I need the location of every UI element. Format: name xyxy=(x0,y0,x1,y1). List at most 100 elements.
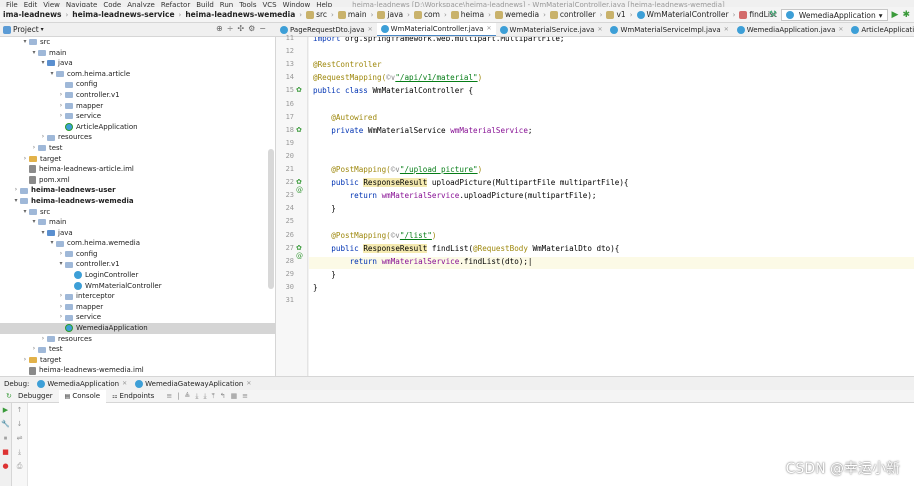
breadcrumb-item[interactable]: v1 xyxy=(603,10,628,19)
chevron-down-icon[interactable]: ▾ xyxy=(21,207,29,218)
step-controls[interactable]: ≡|≜⤓⤓⤒↰▦≡ xyxy=(166,392,253,401)
close-icon[interactable]: ✕ xyxy=(486,25,491,32)
chevron-down-icon[interactable]: ▾ xyxy=(30,48,38,59)
chevron-right-icon[interactable]: › xyxy=(57,291,65,302)
code-line[interactable]: public ResponseResult findList(@RequestB… xyxy=(313,243,619,256)
tree-item[interactable]: › resources xyxy=(0,334,275,345)
code-line[interactable]: private WmMaterialService wmMaterialServ… xyxy=(313,126,532,138)
breakpoints-icon[interactable]: ● xyxy=(0,459,11,473)
breadcrumb-item[interactable]: com xyxy=(411,10,443,19)
down-icon[interactable]: ↓ xyxy=(12,417,27,431)
scroll-end-icon[interactable]: ⤓ xyxy=(12,445,27,459)
editor-tab[interactable]: WmMaterialController.java ✕ xyxy=(376,23,496,36)
tree-item[interactable]: ▾ controller.v1 xyxy=(0,259,275,270)
code-line[interactable]: } xyxy=(313,283,318,295)
breadcrumb-item[interactable]: controller xyxy=(547,10,599,19)
chevron-right-icon[interactable]: › xyxy=(12,185,20,196)
tab-console[interactable]: ▤ Console xyxy=(58,389,107,403)
code-line[interactable]: } xyxy=(313,270,336,282)
tree-item[interactable]: › target xyxy=(0,355,275,366)
chevron-right-icon[interactable]: › xyxy=(57,101,65,112)
tree-item[interactable]: WemediaApplication xyxy=(0,323,275,334)
code-line[interactable]: } xyxy=(313,204,336,216)
tree-item[interactable]: ▾ src xyxy=(0,207,275,218)
chevron-right-icon[interactable]: › xyxy=(30,143,38,154)
chevron-right-icon[interactable]: › xyxy=(21,355,29,366)
tree-item[interactable]: › test xyxy=(0,143,275,154)
gutter-bean-icon[interactable]: ✿ xyxy=(296,126,302,134)
close-icon[interactable]: ✕ xyxy=(122,380,127,387)
breadcrumb-item[interactable]: WmMaterialController xyxy=(634,10,732,19)
tree-item[interactable]: pom.xml xyxy=(0,175,275,186)
chevron-down-icon[interactable]: ▾ xyxy=(21,37,29,48)
code-line[interactable]: @PostMapping(©∨"/upload_picture") xyxy=(313,165,482,177)
project-panel-title[interactable]: Project xyxy=(13,25,39,34)
code-line[interactable]: @PostMapping(©∨"/list") xyxy=(313,231,436,243)
chevron-right-icon[interactable]: › xyxy=(57,249,65,260)
print-icon[interactable]: ⎙ xyxy=(12,459,27,473)
tree-scrollbar[interactable] xyxy=(268,149,274,289)
code-line[interactable]: public ResponseResult uploadPicture(Mult… xyxy=(313,178,629,190)
tree-item[interactable]: config xyxy=(0,79,275,90)
run-config-select[interactable]: WemediaApplication ▾ xyxy=(780,9,888,21)
tree-item[interactable]: › controller.v1 xyxy=(0,90,275,101)
code-line[interactable]: return wmMaterialService.uploadPicture(m… xyxy=(313,191,597,203)
editor-tab[interactable]: ArticleApplication.java✕ xyxy=(847,23,914,36)
chevron-right-icon[interactable]: › xyxy=(21,154,29,165)
chevron-right-icon[interactable]: › xyxy=(30,344,38,355)
debug-session-tab[interactable]: WemediaGatewayAplication ✕ xyxy=(131,379,255,388)
chevron-right-icon[interactable]: › xyxy=(57,302,65,313)
code-editor[interactable]: I import org.springframework.web.multipa… xyxy=(309,37,914,376)
tree-item[interactable]: › config xyxy=(0,249,275,260)
editor-tab[interactable]: WmMaterialServiceImpl.java ✕ xyxy=(606,23,732,36)
chevron-right-icon[interactable]: › xyxy=(57,111,65,122)
gutter-bean-icon[interactable]: ✿ @ xyxy=(296,178,307,194)
tree-item[interactable]: › service xyxy=(0,312,275,323)
chevron-right-icon[interactable]: › xyxy=(57,312,65,323)
chevron-down-icon[interactable]: ▾ xyxy=(48,69,56,80)
tree-item[interactable]: ▾ main xyxy=(0,217,275,228)
tree-item[interactable]: › interceptor xyxy=(0,291,275,302)
chevron-right-icon[interactable]: › xyxy=(57,90,65,101)
code-line[interactable]: return wmMaterialService.findList(dto);| xyxy=(309,256,914,269)
chevron-right-icon[interactable]: › xyxy=(39,132,47,143)
up-icon[interactable]: ↑ xyxy=(12,403,27,417)
tree-item[interactable]: heima-leadnews-article.iml xyxy=(0,164,275,175)
resume-icon[interactable]: ▶ xyxy=(0,403,11,417)
tree-item[interactable]: WmMaterialController xyxy=(0,281,275,292)
stop-icon[interactable]: ■ xyxy=(0,445,11,459)
debug-session-tab[interactable]: WemediaApplication ✕ xyxy=(33,379,131,388)
breadcrumb-item[interactable]: ima-leadnews xyxy=(0,10,64,19)
breadcrumb-item[interactable]: heima xyxy=(448,10,487,19)
chevron-down-icon[interactable]: ▾ xyxy=(39,58,47,69)
breadcrumb-item[interactable]: java xyxy=(374,10,406,19)
tree-item[interactable]: ▾ java xyxy=(0,228,275,239)
chevron-down-icon[interactable]: ▾ xyxy=(30,217,38,228)
chevron-down-icon[interactable]: ▾ xyxy=(57,259,65,270)
tree-item[interactable]: › target xyxy=(0,154,275,165)
breadcrumb-item[interactable]: wemedia xyxy=(492,10,542,19)
build-icon[interactable]: ⚒ xyxy=(769,10,777,20)
run-icon[interactable]: ▶ xyxy=(892,10,899,20)
tree-item[interactable]: ▾ java xyxy=(0,58,275,69)
tree-item[interactable]: ArticleApplication xyxy=(0,122,275,133)
breadcrumb-item[interactable]: main xyxy=(335,10,370,19)
code-line[interactable]: @Autowired xyxy=(313,113,377,125)
tab-endpoints[interactable]: ⚏ Endpoints xyxy=(106,392,160,400)
editor-tab[interactable]: WmMaterialService.java ✕ xyxy=(496,23,607,36)
panel-tools[interactable]: ⊕÷✣⚙− xyxy=(216,24,270,33)
code-line[interactable]: import org.springframework.web.multipart… xyxy=(313,37,564,46)
tree-item[interactable]: › test xyxy=(0,344,275,355)
tree-item[interactable]: LoginController xyxy=(0,270,275,281)
tree-item[interactable]: ▾ heima-leadnews-wemedia xyxy=(0,196,275,207)
tree-item[interactable]: ▾ com.heima.wemedia xyxy=(0,238,275,249)
close-icon[interactable]: ✕ xyxy=(838,26,843,33)
breadcrumb-item[interactable]: heima-leadnews-wemedia xyxy=(182,10,298,19)
code-line[interactable]: @RequestMapping(©∨"/api/v1/material") xyxy=(313,73,482,85)
tree-item[interactable]: ▾ com.heima.article xyxy=(0,69,275,80)
pause-icon[interactable]: ⏸ xyxy=(0,431,11,445)
code-line[interactable]: @RestController xyxy=(313,60,382,72)
chevron-down-icon[interactable]: ▾ xyxy=(12,196,20,207)
gutter-bean-icon[interactable]: ✿ xyxy=(296,86,302,94)
close-icon[interactable]: ✕ xyxy=(368,26,373,33)
